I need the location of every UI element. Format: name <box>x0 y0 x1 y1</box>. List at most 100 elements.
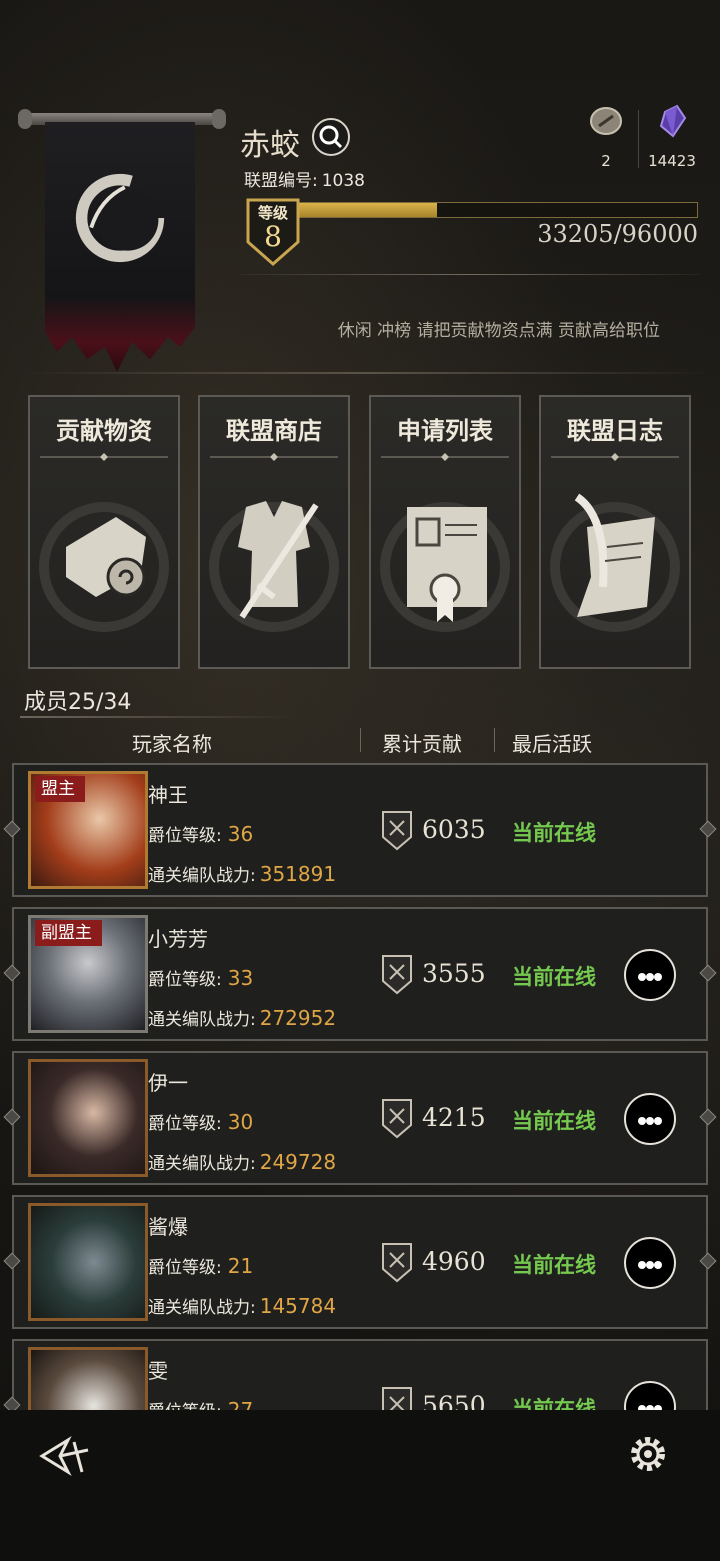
member-rank: 爵位等级: 21 <box>148 1253 253 1278</box>
power-value: 351891 <box>259 862 337 886</box>
guild-id: 联盟编号: 1038 <box>240 166 365 191</box>
crescent-emblem-icon <box>75 173 165 263</box>
member-contribution: 3555 <box>422 959 486 988</box>
rank-value: 33 <box>227 966 254 990</box>
avatar[interactable] <box>28 1059 148 1177</box>
header-divider <box>240 274 700 275</box>
crystal-value: 14423 <box>648 152 696 170</box>
armor-shop-icon <box>209 501 339 632</box>
avatar[interactable]: 副盟主 <box>28 915 148 1033</box>
guild-id-value: 1038 <box>321 171 365 191</box>
feature-card-label: 贡献物资 <box>56 417 152 445</box>
feature-card-shop[interactable]: 联盟商店 <box>198 395 350 669</box>
member-row[interactable]: 伊一 爵位等级: 30 通关编队战力: 249728 4215 当前在线 <box>3 1051 717 1185</box>
member-rank: 爵位等级: 33 <box>148 965 253 990</box>
column-last-active: 最后活跃 <box>512 732 592 756</box>
member-power: 通关编队战力: 272952 <box>148 1005 336 1030</box>
ornament-divider <box>210 453 338 461</box>
member-name: 小芳芳 <box>148 927 208 951</box>
avatar[interactable]: 盟主 <box>28 771 148 889</box>
member-name: 神王 <box>148 783 188 807</box>
level-badge: 等级 8 <box>244 196 302 266</box>
rank-value: 30 <box>227 1110 254 1134</box>
application-scroll-icon <box>380 502 510 632</box>
contribution-badge-icon <box>382 1099 412 1139</box>
coin-icon <box>590 107 622 135</box>
member-name: 酱爆 <box>148 1215 188 1239</box>
quill-log-icon <box>550 493 680 632</box>
avatar[interactable] <box>28 1203 148 1321</box>
contribution-badge-icon <box>382 1243 412 1283</box>
member-name: 伊一 <box>148 1071 188 1095</box>
feature-card-label: 联盟日志 <box>567 417 663 445</box>
currency-coin[interactable]: 2 <box>580 104 632 170</box>
xp-bar-fill <box>299 203 437 217</box>
gear-icon[interactable] <box>624 1430 672 1478</box>
level-number: 8 <box>264 220 282 253</box>
more-options-button[interactable] <box>624 1237 676 1289</box>
member-power: 通关编队战力: 145784 <box>148 1293 336 1318</box>
rank-value: 21 <box>227 1254 254 1278</box>
power-label: 通关编队战力: <box>148 1010 256 1030</box>
power-label: 通关编队战力: <box>148 1298 256 1318</box>
column-contribution: 累计贡献 <box>382 732 462 756</box>
power-value: 272952 <box>259 1006 337 1030</box>
crystal-icon <box>659 104 687 138</box>
feature-card-applications[interactable]: 申请列表 <box>369 395 521 669</box>
power-label: 通关编队战力: <box>148 1154 256 1174</box>
guild-id-label: 联盟编号: <box>244 171 318 191</box>
member-status: 当前在线 <box>512 821 596 845</box>
back-arrow-icon[interactable] <box>38 1432 92 1480</box>
column-player-name: 玩家名称 <box>132 732 212 756</box>
xp-bar <box>298 202 698 218</box>
ornament-divider <box>381 453 509 461</box>
member-power: 通关编队战力: 351891 <box>148 861 336 886</box>
member-contribution: 4960 <box>422 1247 486 1276</box>
ornament-divider <box>551 453 679 461</box>
power-label: 通关编队战力: <box>148 866 256 886</box>
column-divider <box>360 728 361 752</box>
bottom-bar <box>0 1410 720 1561</box>
coin-value: 2 <box>601 152 611 170</box>
feature-card-log[interactable]: 联盟日志 <box>539 395 691 669</box>
power-value: 145784 <box>259 1294 337 1318</box>
member-contribution: 6035 <box>422 815 486 844</box>
section-divider <box>20 372 710 374</box>
member-status: 当前在线 <box>512 1109 596 1133</box>
member-rank: 爵位等级: 30 <box>148 1109 253 1134</box>
rank-label: 爵位等级: <box>148 1258 222 1278</box>
currency-crystal[interactable]: 14423 <box>640 104 704 170</box>
power-value: 249728 <box>259 1150 337 1174</box>
member-rank: 爵位等级: 36 <box>148 821 253 846</box>
more-options-button[interactable] <box>624 1093 676 1145</box>
feature-card-label: 申请列表 <box>397 417 493 445</box>
feature-card-contribute[interactable]: 贡献物资 <box>28 395 180 669</box>
supplies-icon <box>39 502 169 632</box>
rank-label: 爵位等级: <box>148 970 222 990</box>
ornament-divider <box>40 453 168 461</box>
member-status: 当前在线 <box>512 1253 596 1277</box>
member-row[interactable]: 副盟主 小芳芳 爵位等级: 33 通关编队战力: 272952 3555 当前在线 <box>3 907 717 1041</box>
member-row[interactable]: 盟主 神王 爵位等级: 36 通关编队战力: 351891 6035 当前在线 <box>3 763 717 897</box>
guild-name: 赤蛟 <box>240 128 300 163</box>
role-tag: 盟主 <box>35 776 85 802</box>
column-divider <box>494 728 495 752</box>
feature-card-label: 联盟商店 <box>226 417 322 445</box>
contribution-badge-icon <box>382 811 412 851</box>
rank-label: 爵位等级: <box>148 826 222 846</box>
member-name: 雯 <box>148 1359 168 1383</box>
contribution-badge-icon <box>382 955 412 995</box>
member-power: 通关编队战力: 249728 <box>148 1149 336 1174</box>
member-row[interactable]: 酱爆 爵位等级: 21 通关编队战力: 145784 4960 当前在线 <box>3 1195 717 1329</box>
rank-value: 36 <box>227 822 254 846</box>
members-count: 成员25/34 <box>24 690 132 715</box>
role-tag: 副盟主 <box>35 920 102 946</box>
currency-divider <box>638 110 639 168</box>
members-underline <box>20 716 292 718</box>
more-options-button[interactable] <box>624 949 676 1001</box>
member-status: 当前在线 <box>512 965 596 989</box>
member-contribution: 4215 <box>422 1103 486 1132</box>
rank-label: 爵位等级: <box>148 1114 222 1134</box>
search-icon[interactable] <box>312 118 350 156</box>
guild-notice: 休闲 冲榜 请把贡献物资点满 贡献高给职位 <box>337 321 660 341</box>
